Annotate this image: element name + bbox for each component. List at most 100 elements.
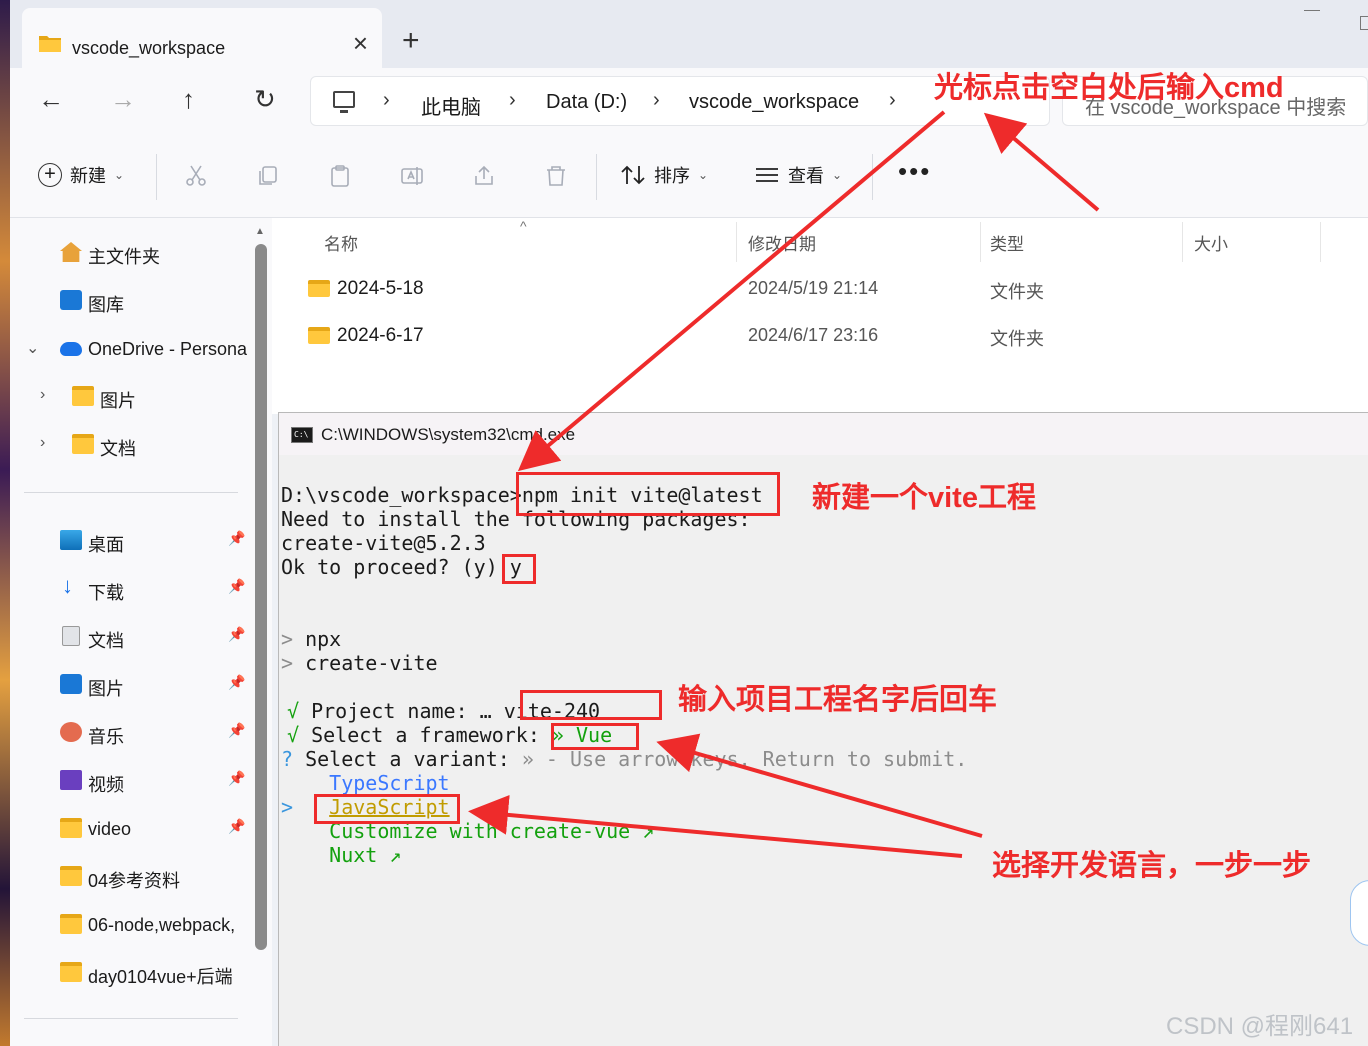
desktop-icon bbox=[60, 530, 82, 550]
pin-icon[interactable]: 📌 bbox=[228, 674, 245, 691]
selection-cursor-icon: > bbox=[281, 795, 294, 819]
sidebar-item-onedrive-documents[interactable]: › 文档 bbox=[10, 424, 250, 464]
pin-icon[interactable]: 📌 bbox=[228, 770, 245, 787]
table-row[interactable]: 2024-6-17 2024/6/17 23:16 文件夹 bbox=[272, 313, 1368, 357]
terminal-line-proceed: Ok to proceed? (y) y bbox=[281, 555, 522, 579]
sidebar-item-label: 桌面 bbox=[88, 535, 124, 555]
copy-icon[interactable] bbox=[256, 164, 280, 188]
variant-option-nuxt[interactable]: Nuxt ↗ bbox=[281, 843, 401, 867]
folder-icon bbox=[60, 962, 82, 982]
sidebar-item-music[interactable]: 音乐 📌 bbox=[10, 712, 250, 752]
sidebar-item-label: 图片 bbox=[100, 391, 136, 411]
documents-icon bbox=[62, 626, 80, 646]
cut-icon[interactable] bbox=[184, 164, 208, 188]
folder-icon bbox=[60, 914, 82, 934]
column-divider[interactable] bbox=[980, 222, 981, 262]
annotation-new-vite: 新建一个vite工程 bbox=[812, 482, 1036, 514]
column-divider[interactable] bbox=[736, 222, 737, 262]
sidebar-item-onedrive[interactable]: ⌄ OneDrive - Personal bbox=[10, 328, 250, 368]
sidebar-item-label: 图片 bbox=[88, 679, 124, 699]
annotation-type-cmd: 光标点击空白处后输入cmd bbox=[934, 72, 1284, 104]
floating-assistant-button[interactable] bbox=[1350, 880, 1368, 946]
annotation-choose-language: 选择开发语言，一步一步 bbox=[992, 850, 1312, 882]
file-type: 文件夹 bbox=[990, 282, 1044, 302]
pin-icon[interactable]: 📌 bbox=[228, 578, 245, 595]
cmd-icon: C:\ bbox=[291, 427, 313, 443]
chevron-down-icon[interactable]: ⌄ bbox=[26, 338, 39, 358]
sidebar-item-node-webpack[interactable]: 06-node,webpack, bbox=[10, 904, 250, 944]
sidebar-item-home[interactable]: 主文件夹 bbox=[10, 232, 250, 272]
sidebar-item-label: 音乐 bbox=[88, 727, 124, 747]
share-icon[interactable] bbox=[472, 164, 496, 188]
sidebar-item-downloads[interactable]: ↓ 下载 📌 bbox=[10, 568, 250, 608]
pin-icon[interactable]: 📌 bbox=[228, 530, 245, 547]
column-header-size[interactable]: 大小 bbox=[1194, 230, 1228, 255]
new-label: 新建 bbox=[70, 166, 106, 186]
more-options-icon[interactable]: ••• bbox=[898, 156, 931, 187]
chevron-right-icon[interactable]: › bbox=[40, 434, 45, 452]
folder-icon bbox=[39, 36, 61, 52]
sidebar-scrollbar[interactable]: ▲ bbox=[250, 218, 272, 1046]
command-bar: + 新建 ⌄ 排序 ⌄ 查看 ⌄ ••• bbox=[10, 136, 1368, 218]
column-header-type[interactable]: 类型 bbox=[990, 230, 1024, 255]
sidebar-item-pictures[interactable]: 图片 📌 bbox=[10, 664, 250, 704]
sort-button[interactable]: 排序 ⌄ bbox=[620, 162, 708, 188]
delete-icon[interactable] bbox=[544, 164, 568, 188]
variant-option-typescript[interactable]: TypeScript bbox=[281, 771, 449, 795]
sidebar-item-videos[interactable]: 视频 📌 bbox=[10, 760, 250, 800]
sidebar-item-label: 图库 bbox=[88, 295, 124, 315]
navigation-pane: 主文件夹 图库 ⌄ OneDrive - Personal › 图片 › 文档 … bbox=[10, 218, 250, 1046]
forward-icon[interactable]: → bbox=[110, 86, 136, 112]
column-divider[interactable] bbox=[1182, 222, 1183, 262]
back-icon[interactable]: ← bbox=[38, 86, 64, 112]
view-button[interactable]: 查看 ⌄ bbox=[754, 162, 842, 188]
minimize-button[interactable] bbox=[1304, 10, 1320, 11]
refresh-icon[interactable]: ↻ bbox=[254, 86, 276, 112]
sidebar-item-documents[interactable]: 文档 📌 bbox=[10, 616, 250, 656]
up-icon[interactable]: ↑ bbox=[182, 86, 195, 112]
tab-vscode-workspace[interactable]: vscode_workspace × bbox=[22, 8, 382, 68]
column-header-name[interactable]: 名称 bbox=[324, 230, 358, 255]
column-divider[interactable] bbox=[1320, 222, 1321, 262]
paste-icon[interactable] bbox=[328, 164, 352, 188]
pin-icon[interactable]: 📌 bbox=[228, 722, 245, 739]
breadcrumb-vscode-workspace[interactable]: vscode_workspace bbox=[689, 91, 859, 114]
scroll-up-icon[interactable]: ▲ bbox=[255, 226, 265, 237]
gallery-icon bbox=[60, 290, 82, 310]
sidebar-item-desktop[interactable]: 桌面 📌 bbox=[10, 520, 250, 560]
scrollbar-thumb[interactable] bbox=[255, 244, 267, 950]
folder-icon bbox=[308, 327, 330, 344]
variant-hint: » - Use arrow-keys. Return to submit. bbox=[521, 747, 968, 771]
breadcrumb-data-d[interactable]: Data (D:) bbox=[546, 91, 627, 114]
create-vite-text: create-vite bbox=[293, 651, 438, 675]
pin-icon[interactable]: 📌 bbox=[228, 626, 245, 643]
file-list: ^ 名称 修改日期 类型 大小 2024-5-18 2024/5/19 21:1… bbox=[272, 218, 1368, 414]
sort-icon bbox=[621, 165, 645, 185]
npx-text: npx bbox=[293, 627, 342, 651]
pin-icon[interactable]: 📌 bbox=[228, 818, 245, 835]
sidebar-item-label: video bbox=[88, 819, 132, 839]
file-type: 文件夹 bbox=[990, 329, 1044, 349]
rename-icon[interactable] bbox=[400, 164, 424, 188]
sidebar-item-day0104[interactable]: day0104vue+后端 bbox=[10, 952, 250, 992]
divider bbox=[24, 492, 238, 493]
close-tab-icon[interactable]: × bbox=[353, 30, 368, 56]
breadcrumb-this-pc[interactable]: 此电脑 bbox=[421, 91, 481, 120]
cmd-title: C:\WINDOWS\system32\cmd.exe bbox=[321, 425, 576, 444]
chevron-down-icon: ⌄ bbox=[698, 168, 709, 182]
new-tab-icon[interactable]: + bbox=[402, 26, 420, 56]
sidebar-item-gallery[interactable]: 图库 bbox=[10, 280, 250, 320]
column-header-date[interactable]: 修改日期 bbox=[748, 230, 816, 255]
sidebar-item-reference[interactable]: 04参考资料 bbox=[10, 856, 250, 896]
chevron-right-icon[interactable]: › bbox=[40, 386, 45, 404]
folder-icon bbox=[72, 386, 94, 406]
table-row[interactable]: 2024-5-18 2024/5/19 21:14 文件夹 bbox=[272, 266, 1368, 310]
cmd-title-bar[interactable]: C:\ C:\WINDOWS\system32\cmd.exe bbox=[279, 413, 1368, 455]
sidebar-item-video-folder[interactable]: video 📌 bbox=[10, 808, 250, 848]
folder-icon bbox=[72, 434, 94, 454]
new-button[interactable]: + 新建 ⌄ bbox=[38, 162, 124, 188]
terminal-output[interactable]: D:\vscode_workspace>npm init vite@latest… bbox=[279, 455, 1368, 1046]
sidebar-item-label: 文档 bbox=[100, 439, 136, 459]
maximize-button[interactable] bbox=[1360, 16, 1368, 30]
sidebar-item-onedrive-pictures[interactable]: › 图片 bbox=[10, 376, 250, 416]
